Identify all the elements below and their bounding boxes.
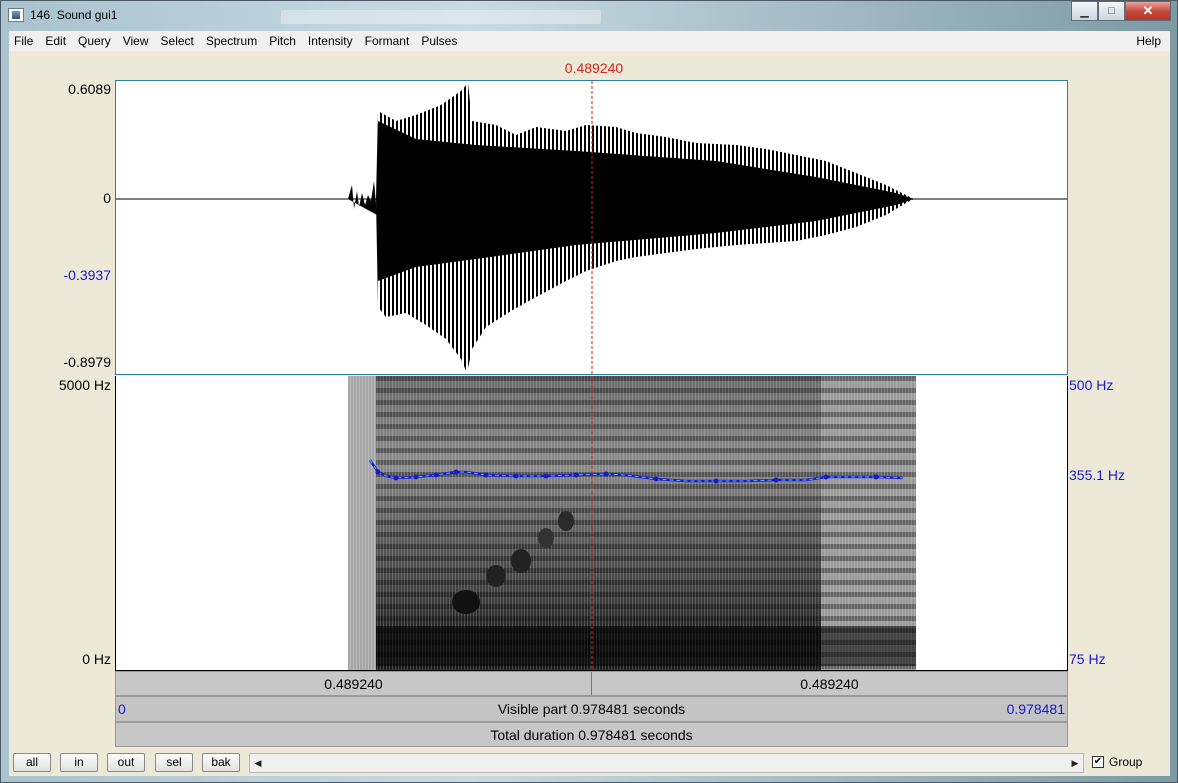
- maximize-button[interactable]: □: [1098, 1, 1125, 21]
- spectrogram-graphic: [348, 376, 916, 670]
- selection-time-bar[interactable]: 0.489240 0.489240: [115, 671, 1068, 696]
- right-half-time[interactable]: 0.489240: [592, 672, 1067, 695]
- wave-y-cursor: -0.3937: [63, 267, 111, 283]
- total-duration-bar[interactable]: Total duration 0.978481 seconds: [115, 722, 1068, 747]
- visible-part-label: Visible part 0.978481 seconds: [497, 701, 686, 717]
- app-icon: [8, 8, 24, 22]
- group-label: Group: [1109, 755, 1143, 769]
- menu-select[interactable]: Select: [156, 31, 201, 51]
- pitch-max-label: 500 Hz: [1069, 377, 1114, 393]
- wave-y-max: 0.6089: [68, 81, 111, 97]
- menu-help[interactable]: Help: [1136, 34, 1161, 48]
- visible-end: 0.978481: [1006, 701, 1065, 717]
- zoom-out-button[interactable]: out: [107, 753, 145, 772]
- total-duration-label: Total duration 0.978481 seconds: [490, 726, 693, 743]
- client-area: File Edit Query View Select Spectrum Pit…: [9, 31, 1170, 776]
- menu-spectrum[interactable]: Spectrum: [201, 31, 264, 51]
- close-button[interactable]: ✕: [1125, 1, 1171, 21]
- left-half-time[interactable]: 0.489240: [116, 672, 591, 695]
- menu-pulses[interactable]: Pulses: [416, 31, 464, 51]
- menu-view[interactable]: View: [118, 31, 156, 51]
- scroll-left-icon[interactable]: ◀: [250, 754, 266, 772]
- pitch-value-label: 355.1 Hz: [1069, 467, 1126, 483]
- zoom-all-button[interactable]: all: [13, 753, 51, 772]
- cursor-time-label: 0.489240: [564, 60, 624, 76]
- horizontal-scrollbar[interactable]: ◀ ▶: [249, 753, 1084, 773]
- waveform-panel[interactable]: [115, 80, 1068, 375]
- menu-formant[interactable]: Formant: [360, 31, 417, 51]
- visible-part-bar[interactable]: 0 Visible part 0.978481 seconds 0.978481: [115, 696, 1068, 722]
- spec-freq-min: 0 Hz: [82, 651, 111, 667]
- menu-query[interactable]: Query: [73, 31, 118, 51]
- zoom-in-button[interactable]: in: [60, 753, 98, 772]
- waveform-graphic: [116, 81, 1067, 374]
- pitch-min-label: 75 Hz: [1069, 651, 1106, 667]
- title-bar-glass: [281, 10, 601, 24]
- wave-y-min: -0.8979: [63, 354, 111, 370]
- menu-intensity[interactable]: Intensity: [303, 31, 360, 51]
- group-checkbox[interactable]: ✔ Group: [1092, 755, 1142, 769]
- menu-pitch[interactable]: Pitch: [264, 31, 303, 51]
- spec-freq-max: 5000 Hz: [58, 377, 111, 393]
- menu-bar: File Edit Query View Select Spectrum Pit…: [9, 31, 1170, 51]
- window-title: 146. Sound gui1: [30, 8, 118, 22]
- checkmark-icon[interactable]: ✔: [1092, 756, 1104, 768]
- menu-edit[interactable]: Edit: [40, 31, 73, 51]
- bottom-control-bar: all in out sel bak ◀ ▶ ✔ Group: [9, 750, 1170, 776]
- praat-sound-window: 146. Sound gui1 ▁ □ ✕ File Edit Query Vi…: [0, 0, 1178, 783]
- menu-file[interactable]: File: [9, 31, 40, 51]
- scroll-right-icon[interactable]: ▶: [1067, 754, 1083, 772]
- spectrogram-panel[interactable]: [115, 376, 1068, 671]
- zoom-selection-button[interactable]: sel: [155, 753, 193, 772]
- zoom-back-button[interactable]: bak: [202, 753, 240, 772]
- minimize-button[interactable]: ▁: [1071, 1, 1098, 21]
- wave-y-zero: 0: [103, 190, 111, 206]
- title-bar[interactable]: 146. Sound gui1 ▁ □ ✕: [1, 1, 1177, 31]
